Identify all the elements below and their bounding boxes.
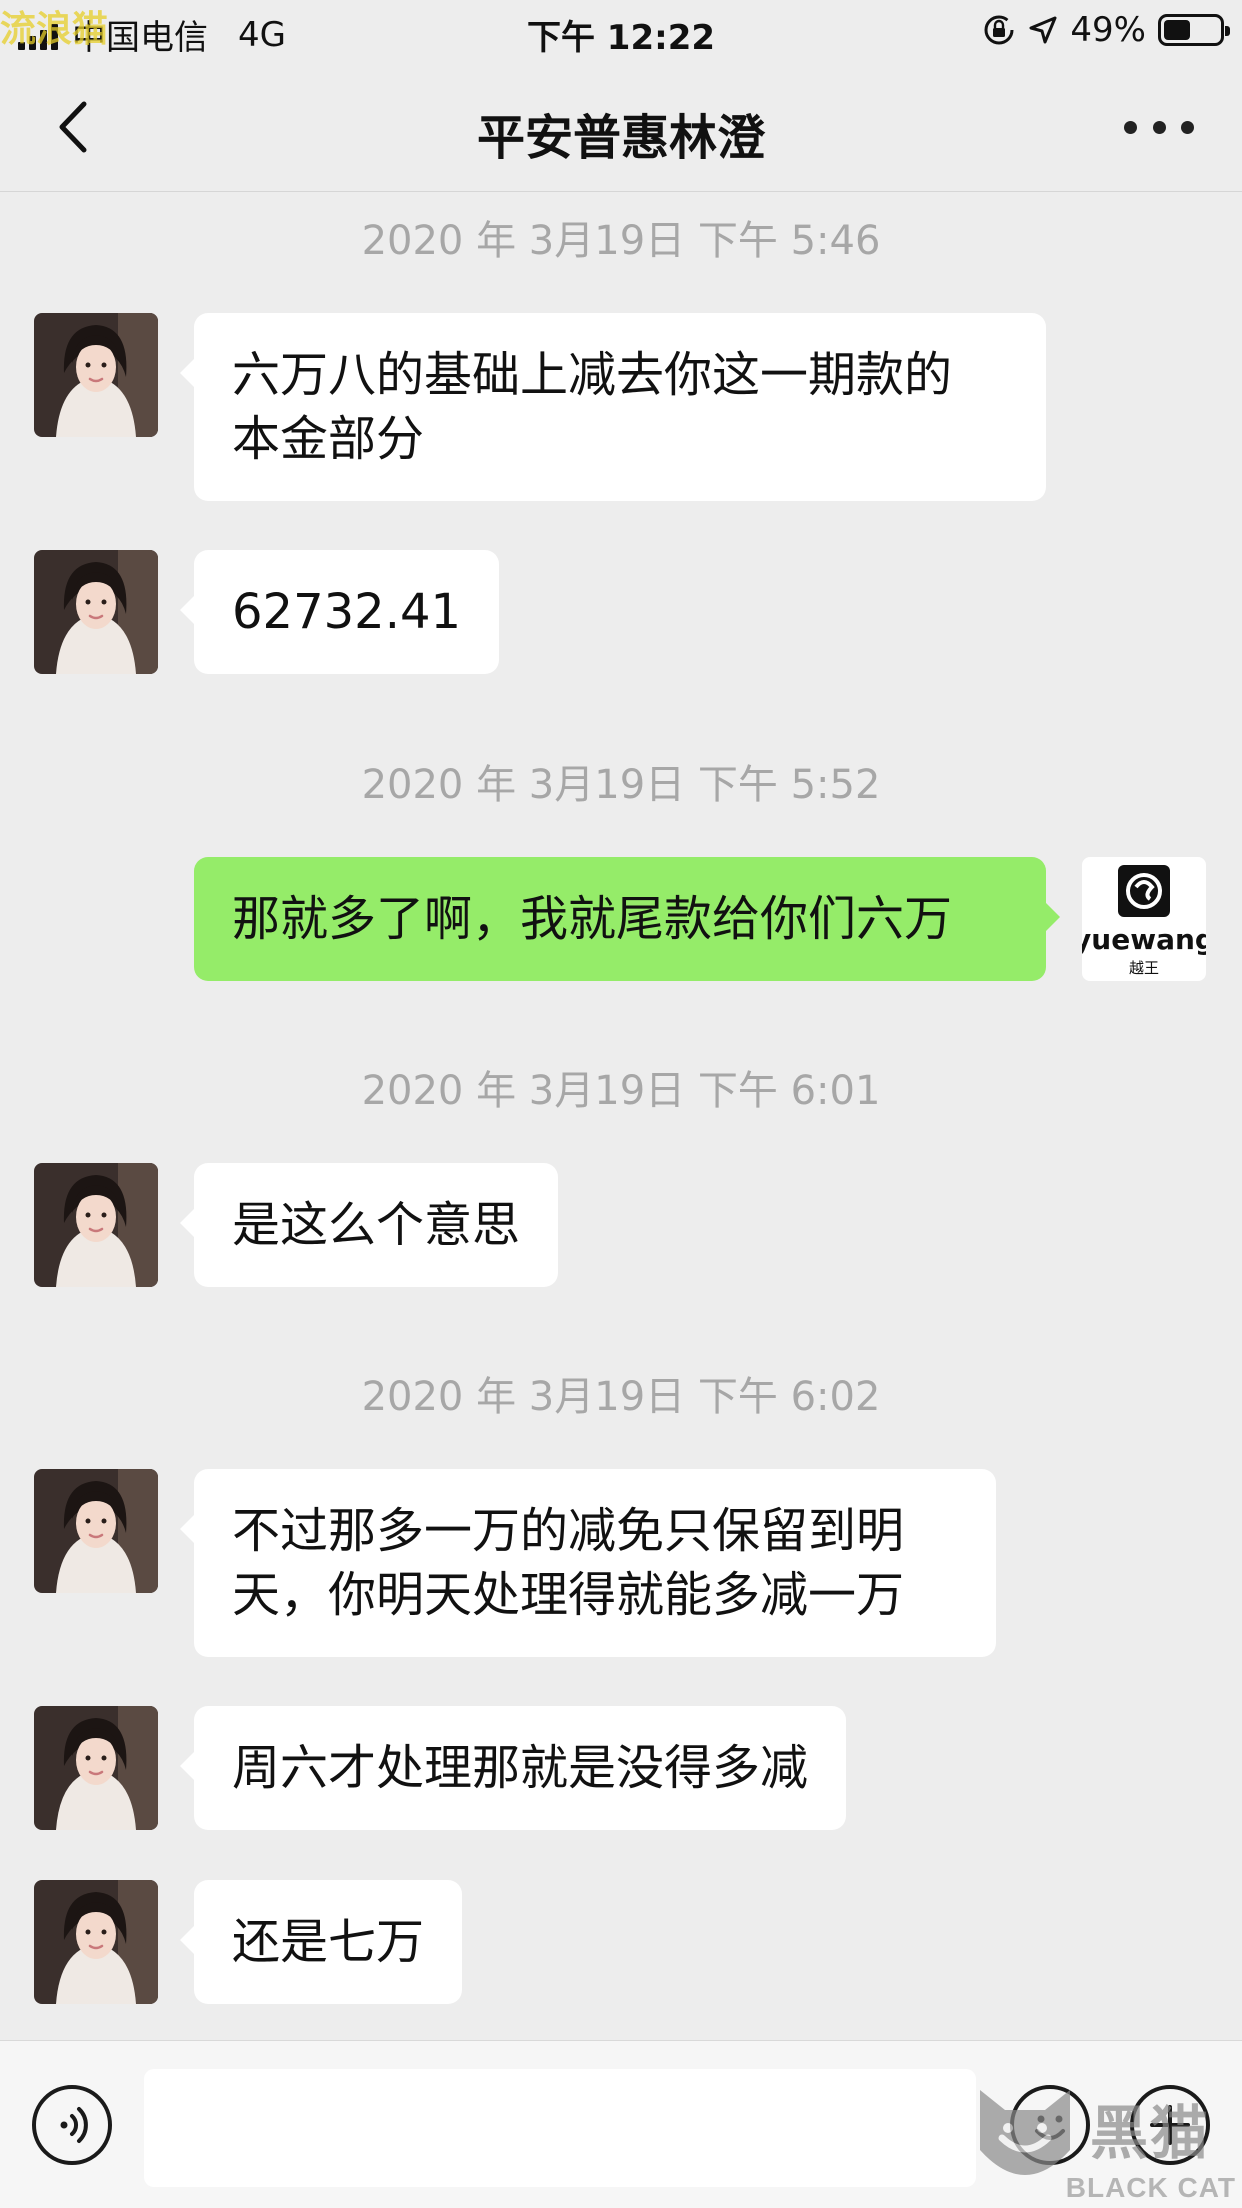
watermark-text: BLACK CAT [1065, 2172, 1236, 2203]
black-cat-logo-icon [980, 2090, 1070, 2175]
watermark-top-left: 流浪猫 [0, 9, 109, 50]
contact-avatar[interactable] [34, 1469, 158, 1593]
location-arrow-icon [1029, 16, 1057, 44]
contact-portrait-icon [34, 1163, 158, 1287]
contact-portrait-icon [34, 313, 158, 437]
contact-portrait-icon [34, 550, 158, 674]
message-text: 天，你明天处理得就能多减一万 [232, 1567, 905, 1623]
contact-avatar[interactable] [34, 550, 158, 674]
orientation-lock-icon [984, 15, 1014, 45]
message-text: 那就多了啊，我就尾款给你们六万 [232, 891, 953, 947]
message-bubble[interactable]: 不过那多一万的减免只保留到明 天，你明天处理得就能多减一万 [180, 1469, 996, 1657]
watermark-black-cat: 黑猫 BLACK CAT [970, 2080, 1242, 2208]
contact-portrait-icon [34, 1880, 158, 2004]
message-bubble[interactable]: 周六才处理那就是没得多减 [179, 1706, 847, 1830]
timestamp: 2020 年 3月19日 下午 5:46 [361, 218, 881, 264]
watermark-chars: 黑猫 [1090, 2099, 1211, 2167]
message-text: 不过那多一万的减免只保留到明 [232, 1503, 905, 1559]
message-bubble[interactable]: 62732.41 [179, 550, 500, 674]
voice-icon [60, 2107, 88, 2143]
svg-text:yuewang: yuewang [1082, 923, 1206, 956]
contact-avatar[interactable] [34, 1706, 158, 1830]
message-text: 周六才处理那就是没得多减 [232, 1740, 809, 1796]
status-bar: 中国电信 4G 下午 12:22 49% 流浪猫 [0, 0, 1242, 62]
message-text: 六万八的基础上减去你这一期款的 [232, 347, 953, 403]
contact-avatar[interactable] [34, 1163, 158, 1287]
chat-screen: 中国电信 4G 下午 12:22 49% 流浪猫 平安普惠林澄 2020 年 3… [0, 0, 1242, 2208]
contact-portrait-icon [34, 1469, 158, 1593]
voice-button[interactable] [32, 2085, 112, 2165]
contact-avatar[interactable] [34, 313, 158, 437]
message-bubble[interactable]: 还是七万 [179, 1880, 463, 2004]
svg-text:越王: 越王 [1129, 959, 1159, 977]
timestamp: 2020 年 3月19日 下午 6:01 [361, 1068, 881, 1114]
battery-percent: 49% [1070, 10, 1146, 50]
contact-portrait-icon [34, 1706, 158, 1830]
more-button[interactable] [1124, 92, 1194, 162]
chat-title: 平安普惠林澄 [476, 110, 765, 166]
yuewang-logo: yuewang 越王 [1082, 865, 1206, 977]
more-dots-icon [1124, 120, 1194, 134]
battery-icon [1158, 14, 1230, 46]
timestamp: 2020 年 3月19日 下午 6:02 [361, 1374, 881, 1420]
message-text: 是这么个意思 [232, 1197, 521, 1253]
self-avatar[interactable]: yuewang 越王 [1082, 857, 1206, 981]
message-text: 62732.41 [232, 584, 462, 640]
nav-bar: 平安普惠林澄 [0, 62, 1242, 192]
message-bubble[interactable]: 是这么个意思 [179, 1163, 559, 1287]
message-bubble[interactable]: 六万八的基础上减去你这一期款的 本金部分 [180, 313, 1046, 501]
message-text: 本金部分 [232, 411, 425, 467]
contact-avatar[interactable] [34, 1880, 158, 2004]
timestamp: 2020 年 3月19日 下午 5:52 [361, 762, 881, 808]
message-input[interactable] [144, 2069, 976, 2187]
message-text: 还是七万 [232, 1914, 425, 1970]
message-bubble-self[interactable]: 那就多了啊，我就尾款给你们六万 [194, 857, 1060, 981]
